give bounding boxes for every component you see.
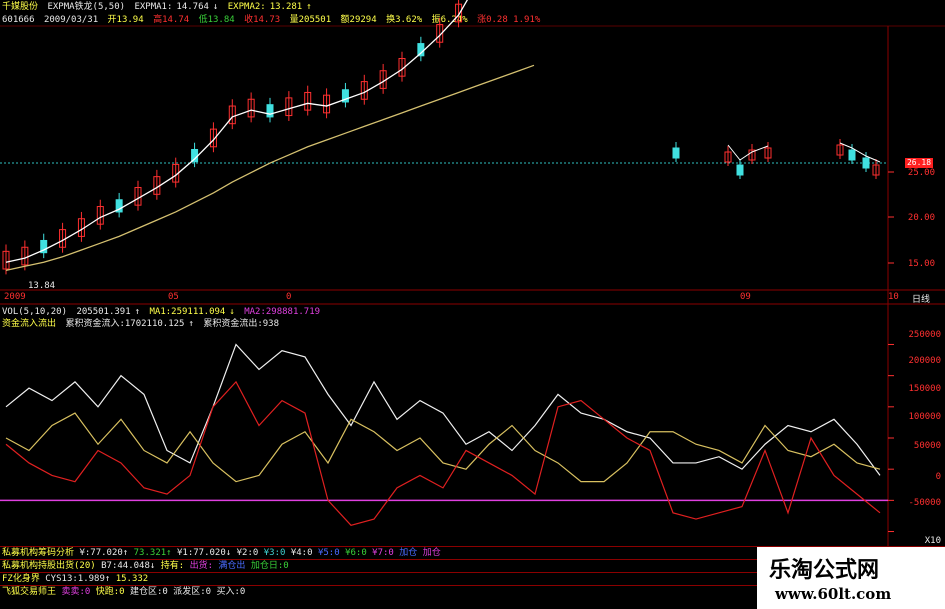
- fund-flow-label: 资金流入流出: [2, 319, 57, 329]
- candle-body: [191, 148, 199, 163]
- x-label-05: 05: [168, 292, 179, 302]
- indicator-row-4: 飞狐交易师王 卖卖:0 快跑:0 建仓区:0 派发区:0 买入:0: [2, 586, 245, 598]
- chart-canvas[interactable]: [0, 0, 945, 609]
- row2-title[interactable]: 私募机构持股出货(20): [2, 561, 96, 571]
- candle-body: [848, 149, 856, 161]
- volume-header: VOL(5,10,20) 205501.391 ↑ MA1:259111.094 ↓…: [2, 306, 324, 318]
- arrow-up-icon: ↑: [188, 319, 194, 329]
- fund-outflow: 累积资金流出:938: [203, 319, 279, 329]
- expma-line-right: [839, 142, 881, 163]
- vol-ma2: MA2:298881.719: [244, 307, 321, 317]
- arrow-down-icon: ↓: [225, 548, 232, 558]
- row2-item: 满仓出: [218, 561, 246, 571]
- fund-flow-header: 资金流入流出 累积资金流入:1702110.125 ↑ 累积资金流出:938: [2, 318, 283, 330]
- row2-item: 出货:: [189, 561, 213, 571]
- row3-item: 15.332: [115, 574, 149, 584]
- candle-body: [417, 43, 425, 57]
- flow-tick-6: 0: [935, 472, 941, 482]
- vol-value: 205501.391: [76, 307, 131, 317]
- price-grid: [0, 25, 945, 546]
- row4-item: 快跑:0: [95, 587, 125, 597]
- flow-tick-4: 100000: [908, 412, 941, 422]
- x-label-0: 0: [286, 292, 292, 302]
- row2-item: 持有:: [160, 561, 185, 571]
- row1-item: ¥2:0: [236, 548, 259, 558]
- price-tick-1: 25.00: [907, 168, 935, 178]
- arrow-up-icon: ↑: [134, 307, 141, 317]
- row1-item: 加仓: [399, 548, 418, 558]
- arrow-down-icon: ↓: [229, 307, 235, 317]
- flow-tick-1: 250000: [908, 330, 941, 340]
- indicator-row-2: 私募机构持股出货(20) B7:44.048↓ 持有: 出货: 满仓出 加仓日:…: [2, 560, 289, 572]
- row1-item: ¥4:0: [290, 548, 313, 558]
- row4-item: 派发区:0: [173, 587, 212, 597]
- row1-item: ¥6:0: [345, 548, 367, 558]
- period-label[interactable]: 日线: [912, 292, 930, 305]
- candle-body: [862, 157, 870, 169]
- arrow-up-icon: ↑: [122, 548, 129, 558]
- x-label-09: 09: [740, 292, 751, 302]
- expma-line-2: [5, 64, 535, 271]
- flow-tick-5: 50000: [913, 441, 941, 451]
- fund-flow-line-white: [5, 343, 881, 476]
- row1-item: 73.321: [133, 548, 167, 558]
- flow-tick-2: 200000: [908, 356, 941, 366]
- indicator-row-3: FZ化身界 CYS13:1.989↑ 15.332: [2, 573, 148, 585]
- vol-ma1: MA1:259111.094: [149, 307, 226, 317]
- x-label-2009: 2009: [4, 292, 26, 302]
- row1-item: ¥7:0: [372, 548, 394, 558]
- row1-item: ¥1:77.020: [177, 548, 226, 558]
- candlestick-series: [2, 0, 880, 275]
- expma-line-1: [5, 0, 469, 263]
- fund-inflow: 累积资金流入:1702110.125: [65, 319, 185, 329]
- price-tick-2: 20.00: [907, 213, 935, 223]
- candle-body: [266, 104, 274, 118]
- row1-item: ¥:77.020: [79, 548, 123, 558]
- indicator-row-1: 私募机构筹码分析 ¥:77.020↑ 73.321↑ ¥1:77.020↓ ¥2…: [2, 547, 441, 559]
- arrow-down-icon: ↓: [149, 561, 156, 571]
- x-label-10: 10: [888, 292, 899, 302]
- site-watermark: 乐淘公式网 www.60lt.com: [757, 547, 945, 609]
- row3-item: CYS13:1.989: [45, 574, 105, 584]
- row2-item: B7:44.048: [101, 561, 150, 571]
- flow-unit: X10: [924, 536, 941, 546]
- row1-item: ¥5:0: [317, 548, 340, 558]
- row4-item: 买入:0: [216, 587, 246, 597]
- arrow-up-icon: ↑: [166, 548, 172, 558]
- fund-flow-line-red: [5, 380, 881, 526]
- row3-title[interactable]: FZ化身界: [2, 574, 40, 584]
- row1-item: 加仓: [422, 548, 441, 558]
- low-price-marker: 13.84: [28, 281, 56, 291]
- row4-item: 建仓区:0: [129, 587, 168, 597]
- watermark-brand: 乐淘公式网: [769, 558, 880, 583]
- row1-title[interactable]: 私募机构筹码分析: [2, 548, 74, 558]
- fund-flow-lines: [0, 343, 894, 533]
- fund-flow-line-yellow: [5, 412, 881, 483]
- expma-line-right: [727, 144, 769, 161]
- current-price-badge: 26.18: [905, 158, 933, 168]
- vol-label: VOL(5,10,20): [2, 307, 68, 317]
- flow-tick-3: 150000: [908, 384, 941, 394]
- row1-item: ¥3:0: [263, 548, 286, 558]
- price-tick-3: 15.00: [907, 259, 935, 269]
- watermark-url: www.60lt.com: [775, 585, 892, 603]
- candle-body: [736, 164, 744, 176]
- row4-title[interactable]: 飞狐交易师王: [2, 587, 56, 597]
- row2-item: 加仓日:0: [250, 561, 289, 571]
- row4-item: 卖卖:0: [61, 587, 91, 597]
- flow-tick-7: -50000: [908, 498, 941, 508]
- candle-body: [672, 147, 680, 159]
- arrow-up-icon: ↑: [104, 574, 111, 584]
